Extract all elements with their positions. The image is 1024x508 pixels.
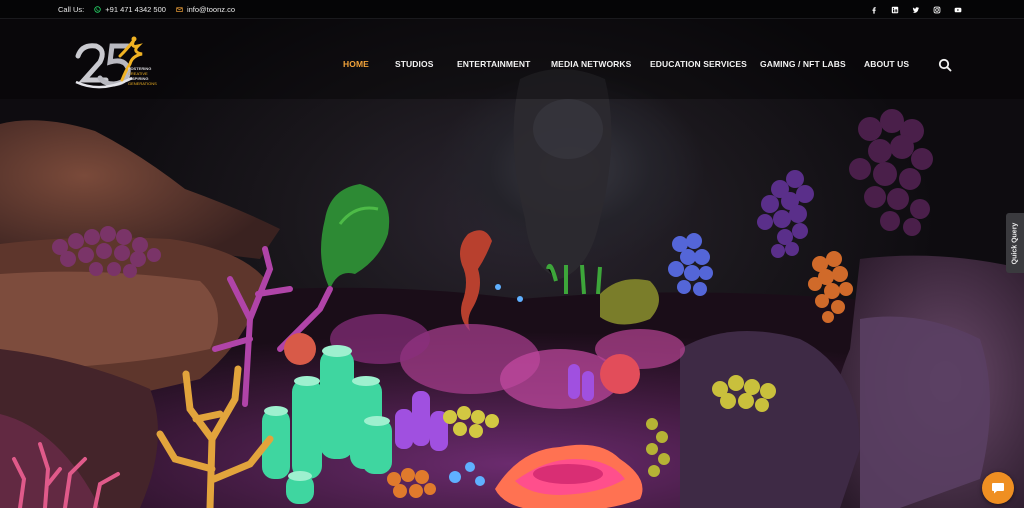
nav-about-us[interactable]: ABOUT US xyxy=(864,59,909,69)
nav-studios[interactable]: STUDIOS xyxy=(395,59,433,69)
search-icon[interactable] xyxy=(938,58,952,72)
call-us-label: Call Us: xyxy=(58,5,85,14)
main-header: FOSTERING CREATIVE INSPIRING GENERATIONS… xyxy=(0,19,1024,109)
instagram-icon[interactable] xyxy=(932,5,941,14)
mail-icon xyxy=(176,7,183,12)
chat-launcher-button[interactable] xyxy=(982,472,1014,504)
email-link[interactable]: info@toonz.co xyxy=(176,5,235,14)
nav-entertainment[interactable]: ENTERTAINMENT xyxy=(457,59,530,69)
phone-link[interactable]: +91 471 4342 500 xyxy=(94,5,166,14)
social-links xyxy=(857,0,962,19)
nav-education-services[interactable]: EDUCATION SERVICES xyxy=(650,59,747,69)
email-address: info@toonz.co xyxy=(186,5,236,14)
linkedin-icon[interactable] xyxy=(890,5,899,14)
main-menu: HOME STUDIOS ENTERTAINMENT MEDIA NETWORK… xyxy=(0,59,1024,73)
nav-media-networks[interactable]: MEDIA NETWORKS xyxy=(551,59,631,69)
whatsapp-icon xyxy=(94,6,101,13)
nav-gaming-nft-labs[interactable]: GAMING / NFT LABS xyxy=(760,59,846,69)
contact-info: Call Us: +91 471 4342 500 info@toonz.co xyxy=(58,0,245,19)
top-contact-bar: Call Us: +91 471 4342 500 info@toonz.co xyxy=(0,0,1024,19)
chat-bubble-icon xyxy=(992,483,1004,494)
phone-number: +91 471 4342 500 xyxy=(105,5,166,14)
youtube-icon[interactable] xyxy=(953,5,962,14)
nav-home[interactable]: HOME xyxy=(343,59,369,69)
facebook-icon[interactable] xyxy=(869,5,878,14)
quick-query-label: Quick Query xyxy=(1011,222,1019,264)
twitter-icon[interactable] xyxy=(911,5,920,14)
quick-query-tab[interactable]: Quick Query xyxy=(1006,213,1024,273)
logo-tagline-4: GENERATIONS xyxy=(128,81,157,86)
